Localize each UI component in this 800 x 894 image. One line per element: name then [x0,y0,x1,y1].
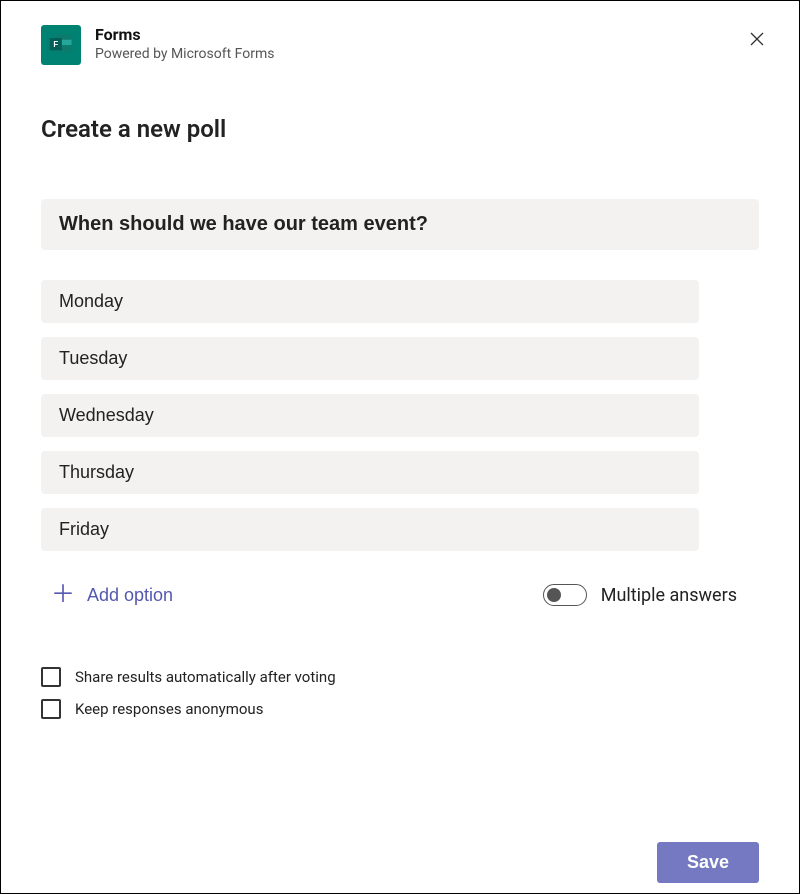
anonymous-checkbox[interactable]: Keep responses anonymous [41,699,759,719]
add-option-button[interactable]: ＋ Add option [41,579,183,611]
close-button[interactable] [743,25,771,53]
anonymous-label: Keep responses anonymous [75,700,263,718]
option-controls-row: ＋ Add option Multiple answers [41,579,759,611]
poll-option-input[interactable] [41,280,699,323]
poll-option-input[interactable] [41,337,699,380]
poll-settings: Share results automatically after voting… [41,667,759,731]
modal-header: F Forms Powered by Microsoft Forms [41,25,759,65]
checkbox-icon [41,667,61,687]
toggle-knob [547,588,561,602]
save-button[interactable]: Save [657,842,759,883]
multiple-answers-label: Multiple answers [601,585,737,606]
poll-question-input[interactable] [41,199,759,250]
multiple-answers-control: Multiple answers [543,584,737,606]
plus-icon: ＋ [51,583,75,607]
forms-poll-modal: F Forms Powered by Microsoft Forms Creat… [0,0,800,894]
checkbox-icon [41,699,61,719]
modal-footer: Save [41,842,759,893]
add-option-label: Add option [87,585,173,606]
multiple-answers-toggle[interactable] [543,584,587,606]
svg-text:F: F [53,40,58,49]
page-title: Create a new poll [41,115,759,143]
poll-option-input[interactable] [41,508,699,551]
app-subtitle: Powered by Microsoft Forms [95,46,759,62]
forms-app-icon: F [41,25,81,65]
close-icon [750,32,764,46]
share-results-label: Share results automatically after voting [75,668,336,686]
poll-option-input[interactable] [41,451,699,494]
forms-icon: F [47,31,75,59]
header-text: Forms Powered by Microsoft Forms [95,25,759,62]
poll-option-input[interactable] [41,394,699,437]
app-title: Forms [95,25,759,44]
share-results-checkbox[interactable]: Share results automatically after voting [41,667,759,687]
